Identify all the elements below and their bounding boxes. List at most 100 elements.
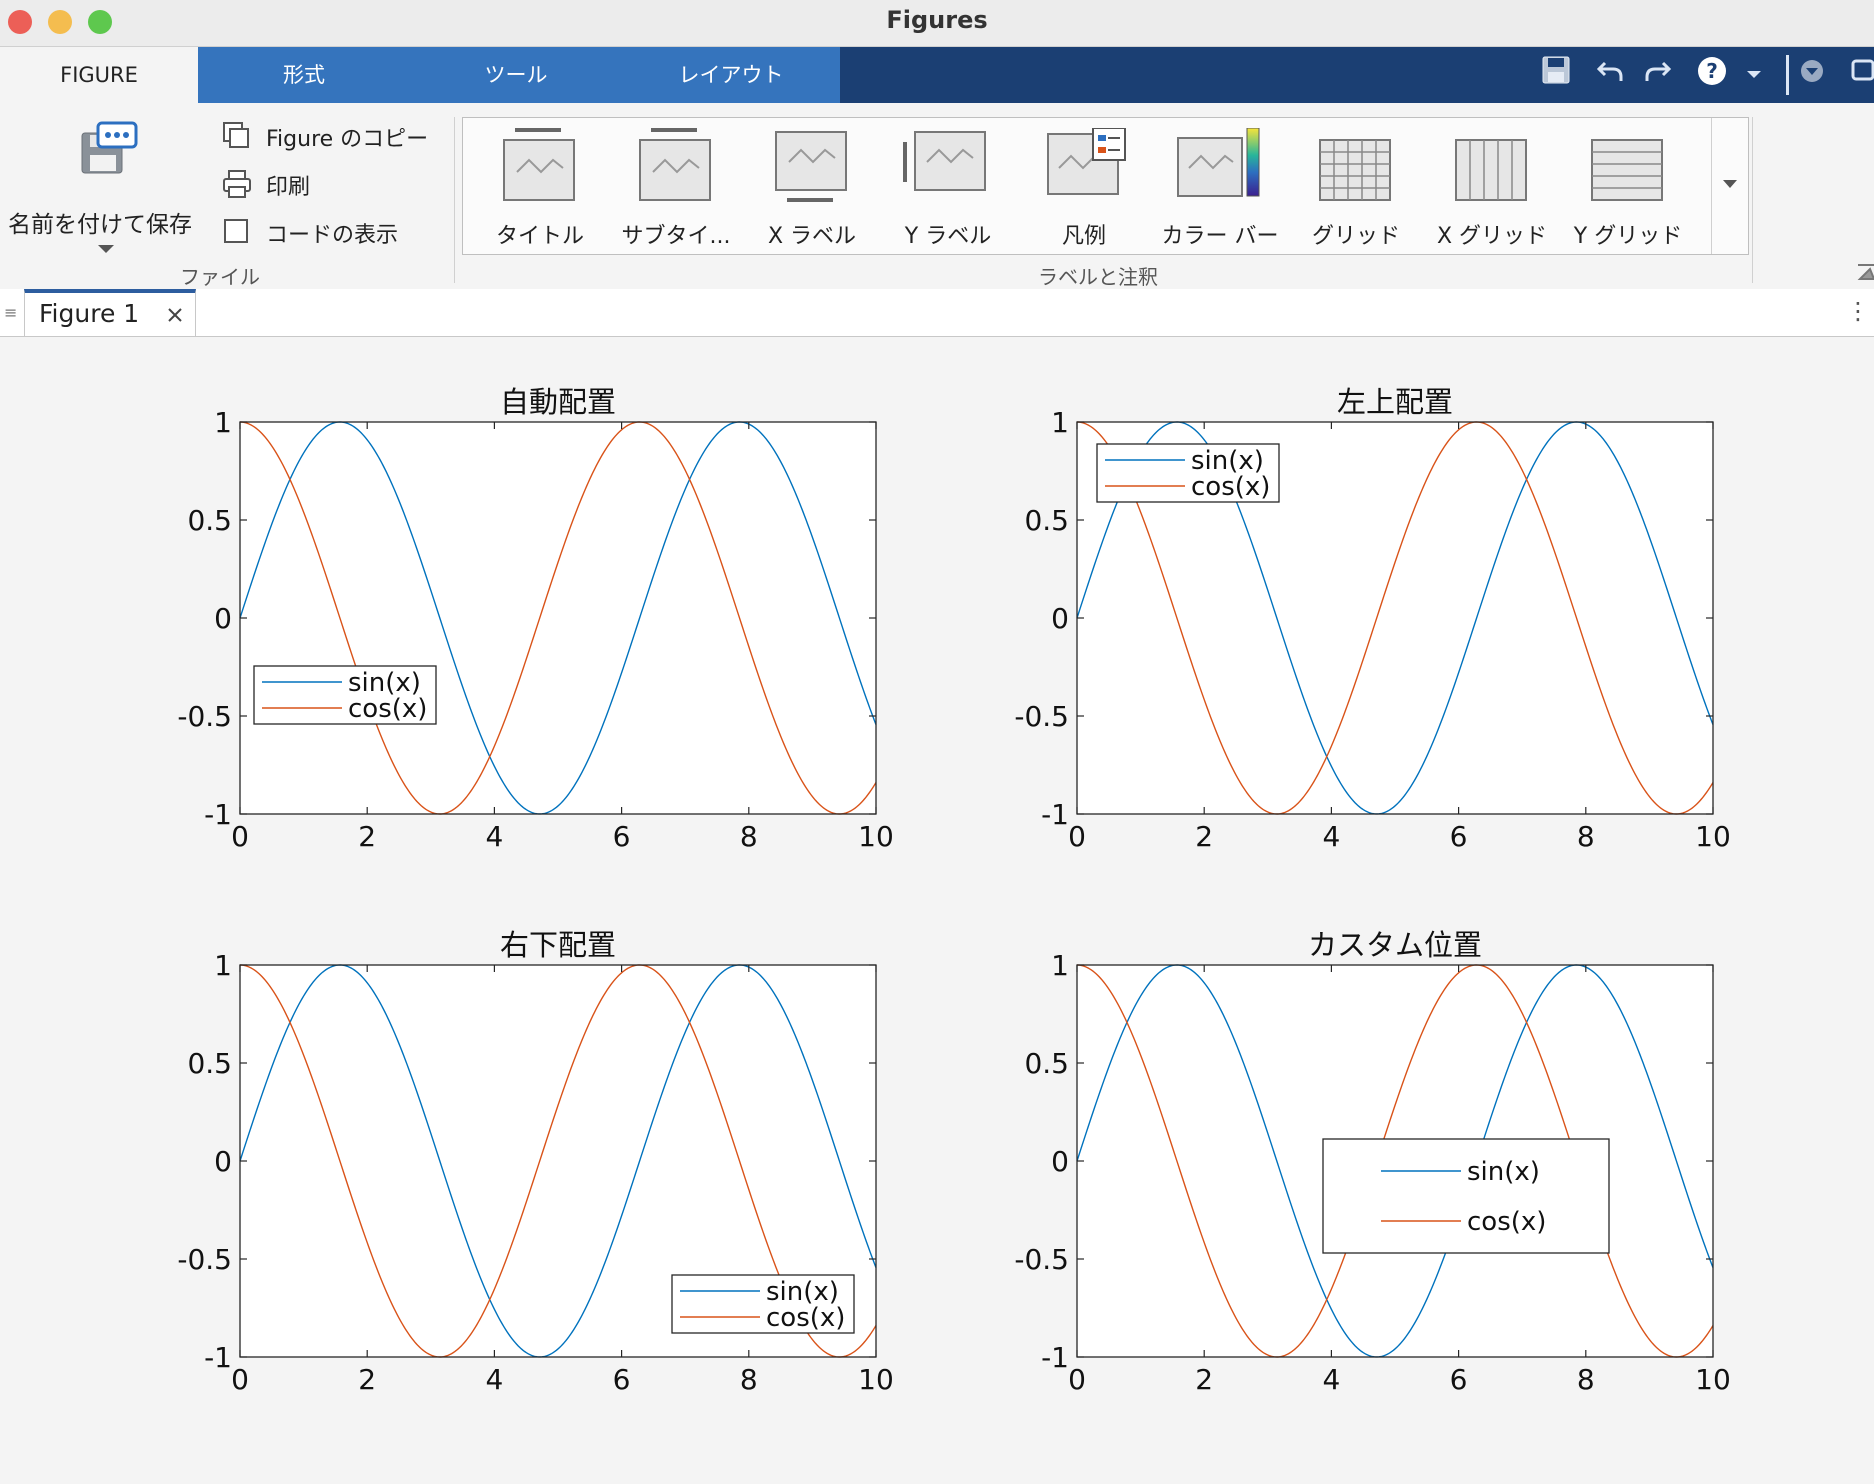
checkbox-box[interactable]: [224, 219, 248, 243]
collapse-ribbon-icon[interactable]: [1856, 261, 1874, 283]
show-code-checkbox[interactable]: コードの表示: [222, 215, 422, 249]
xgrid-icon: [1455, 139, 1527, 201]
x-tick-label: 10: [1695, 1363, 1731, 1396]
y-tick-label: -0.5: [177, 700, 232, 733]
section-divider: [1752, 117, 1753, 283]
ylabel-icon: [903, 131, 986, 191]
y-tick-label: -1: [1041, 1341, 1069, 1374]
legend[interactable]: sin(x)cos(x): [253, 665, 437, 725]
tab-format[interactable]: 形式: [198, 47, 410, 103]
x-tick-label: 4: [485, 1363, 503, 1396]
x-tick-label: 4: [1322, 820, 1340, 853]
legend[interactable]: sin(x)cos(x): [1096, 443, 1280, 503]
figure-1-tab[interactable]: Figure 1: [24, 289, 196, 336]
gallery-xlabel-label: X ラベル: [767, 224, 857, 249]
x-tick-label: 6: [613, 1363, 631, 1396]
x-tick-label: 8: [740, 820, 758, 853]
help-dropdown-icon[interactable]: [1734, 55, 1774, 95]
gallery-xlabel-button[interactable]: X ラベル: [745, 118, 879, 254]
x-tick-label: 4: [1322, 1363, 1340, 1396]
y-tick-label: 1: [1051, 406, 1069, 439]
gallery-subtitle-button[interactable]: サブタイ...: [609, 118, 743, 254]
gallery-title-button[interactable]: タイトル: [473, 118, 607, 254]
legend-box[interactable]: [1322, 1138, 1610, 1254]
tab-layout[interactable]: レイアウト: [622, 47, 840, 103]
x-tick-label: 6: [613, 820, 631, 853]
help-icon[interactable]: ?: [1692, 55, 1732, 95]
subplot-4[interactable]: カスタム位置 0 2 4 6 8 10 1 0.5 0 -0.5 -1 sin(x) cos(x): [1014, 928, 1730, 1396]
print-button[interactable]: 印刷: [222, 167, 382, 201]
figure-axes-area: 自動配置0 2 4 6 8 1010.50-0.5-1sin(x)cos(x)左上配置0 2…: [177, 385, 1730, 1396]
x-tick-label: 6: [1450, 820, 1468, 853]
ygrid-icon: [1591, 139, 1663, 201]
section-divider: [454, 117, 455, 283]
subplot-2[interactable]: 左上配置 0 2 4 6 8 10 1 0.5 0 -0.5 -1 sin(x)cos(x): [1014, 385, 1730, 853]
xlabel-icon: [775, 131, 847, 202]
gallery-expand-button[interactable]: [1711, 118, 1748, 254]
undock-icon[interactable]: [1842, 55, 1874, 95]
legend[interactable]: sin(x)cos(x): [671, 1274, 855, 1334]
y-tick-label: 0: [214, 1145, 232, 1178]
gallery-subtitle-label: サブタイ...: [621, 224, 731, 249]
gallery-xgrid-label: X グリッド: [1436, 224, 1548, 249]
title-icon: [503, 128, 575, 201]
gallery-grid-button[interactable]: グリッド: [1289, 118, 1423, 254]
x-tick-label: 4: [485, 820, 503, 853]
gallery-grid-label: グリッド: [1311, 224, 1400, 249]
gallery-ygrid-label: Y グリッド: [1573, 224, 1683, 249]
colorbar-icon: [1177, 128, 1260, 197]
y-tick-label: 0: [1051, 602, 1069, 635]
options-dropdown-icon[interactable]: [1792, 55, 1832, 95]
y-tick-label: 0.5: [1024, 504, 1069, 537]
gallery-xgrid-button[interactable]: X グリッド: [1425, 118, 1559, 254]
tab-figure[interactable]: FIGURE: [0, 47, 198, 103]
subplot-1[interactable]: 自動配置 0 2 4 6 8 10 1 0.5 0 -0.5 -1 sin(x)cos(x): [177, 385, 893, 853]
save-as-button[interactable]: 名前を付けて保存: [6, 121, 202, 253]
x-tick-label: 2: [358, 820, 376, 853]
labels-section-label: ラベルと注釈: [1038, 265, 1158, 289]
y-tick-label: -1: [204, 798, 232, 831]
chevron-down-icon: [1723, 180, 1737, 188]
copy-figure-button[interactable]: Figure のコピー: [222, 119, 442, 153]
gallery-legend-button[interactable]: 凡例: [1017, 118, 1151, 254]
x-tick-label: 8: [740, 1363, 758, 1396]
legend[interactable]: sin(x)cos(x): [1322, 1138, 1610, 1254]
gallery-ylabel-button[interactable]: Y ラベル: [881, 118, 1015, 254]
legend-label: cos(x): [766, 1303, 845, 1333]
x-tick-label: 0: [1068, 820, 1086, 853]
redo-icon[interactable]: [1638, 55, 1678, 95]
subtitle-icon: [639, 128, 711, 201]
legend-label: sin(x): [1467, 1157, 1540, 1187]
more-options-icon[interactable]: ⋮: [1846, 297, 1870, 325]
gallery-title-label: タイトル: [495, 224, 584, 249]
subplot-3[interactable]: 右下配置 0 2 4 6 8 10 1 0.5 0 -0.5 -1 sin(x)cos(x): [177, 928, 893, 1396]
y-tick-label: 1: [1051, 949, 1069, 982]
y-tick-label: 0.5: [187, 1047, 232, 1080]
y-tick-label: -0.5: [1014, 1243, 1069, 1276]
x-tick-label: 2: [1195, 820, 1213, 853]
y-tick-label: -1: [204, 1341, 232, 1374]
axes-title: 左上配置: [1337, 385, 1453, 419]
undo-icon[interactable]: [1590, 55, 1630, 95]
close-icon[interactable]: [167, 307, 183, 323]
y-tick-label: 0.5: [187, 504, 232, 537]
x-tick-label: 0: [1068, 1363, 1086, 1396]
grid-icon: [1319, 139, 1391, 201]
x-tick-label: 2: [358, 1363, 376, 1396]
gallery-colorbar-button[interactable]: カラー バー: [1153, 118, 1287, 254]
show-code-label: コードの表示: [266, 223, 399, 248]
copy-icon: [223, 122, 249, 148]
y-tick-label: 0.5: [1024, 1047, 1069, 1080]
gallery-ygrid-button[interactable]: Y グリッド: [1561, 118, 1695, 254]
print-icon: [223, 170, 251, 198]
copy-figure-label: Figure のコピー: [266, 127, 429, 152]
print-label: 印刷: [266, 175, 311, 200]
save-as-label: 名前を付けて保存: [8, 212, 192, 238]
legend-label: cos(x): [1191, 472, 1270, 502]
axes-title: カスタム位置: [1308, 928, 1482, 962]
ribbon-panel: 名前を付けて保存 Figure のコピー 印刷 コードの表示 ファイル タイトル…: [0, 103, 1874, 290]
legend-label: cos(x): [348, 694, 427, 724]
save-icon[interactable]: [1536, 55, 1576, 95]
tab-tools[interactable]: ツール: [410, 47, 622, 103]
drag-handle-icon[interactable]: ≡: [4, 303, 17, 322]
